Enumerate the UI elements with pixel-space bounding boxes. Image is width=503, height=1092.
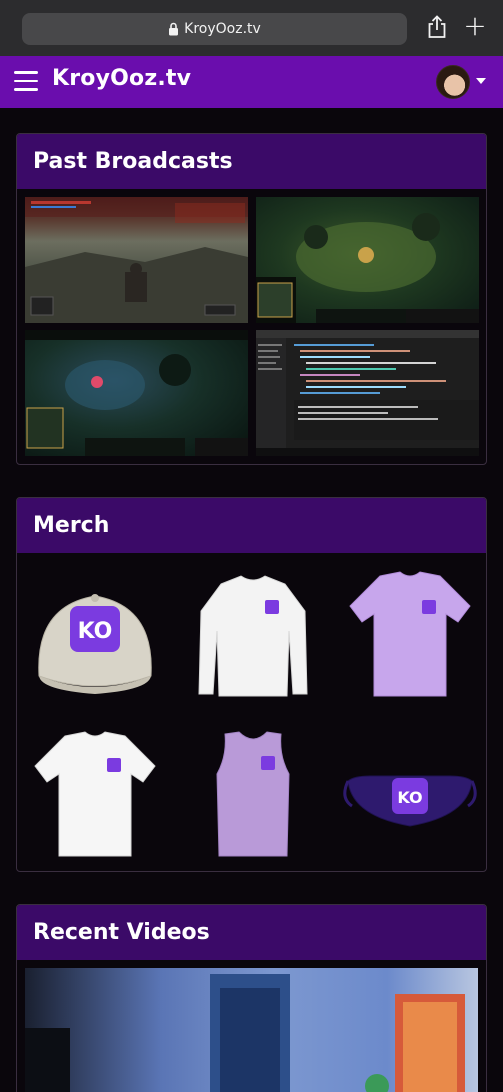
merch-item-cap[interactable]: KO [25, 566, 165, 706]
address-bar-url: KroyOoz.tv [184, 21, 261, 37]
kroyooz-logo [422, 600, 436, 614]
video-thumbnail[interactable] [25, 968, 478, 1092]
merch-item-face-mask[interactable]: KO [340, 726, 480, 866]
kroyooz-logo [265, 600, 279, 614]
broadcast-thumbnail[interactable] [256, 330, 479, 456]
site-header: KroyOoz.tv [0, 56, 503, 108]
merch-section: Merch KO KO [16, 497, 487, 872]
merch-item-long-sleeve[interactable] [183, 566, 323, 706]
broadcast-thumbnail[interactable] [25, 197, 248, 323]
chevron-down-icon[interactable] [476, 78, 486, 84]
broadcast-thumbnail[interactable] [25, 330, 248, 456]
merch-item-t-shirt-white[interactable] [25, 726, 165, 866]
browser-toolbar: KroyOoz.tv + [0, 0, 503, 56]
broadcast-thumbnail[interactable] [256, 197, 479, 323]
section-title: Past Broadcasts [17, 134, 486, 189]
recent-videos-section: Recent Videos [16, 904, 487, 1092]
past-broadcasts-section: Past Broadcasts [16, 133, 487, 465]
site-title[interactable]: KroyOoz.tv [52, 66, 191, 91]
new-tab-icon[interactable]: + [463, 11, 487, 41]
user-avatar[interactable] [436, 65, 470, 99]
hamburger-menu-icon[interactable] [14, 71, 38, 91]
merch-item-tank-top[interactable] [183, 726, 323, 866]
lock-icon [169, 22, 179, 36]
merch-item-t-shirt-purple[interactable] [340, 566, 480, 706]
kroyooz-logo [261, 756, 275, 770]
section-title: Recent Videos [17, 905, 486, 960]
share-icon[interactable] [426, 15, 448, 39]
svg-text:KO: KO [78, 619, 113, 644]
section-title: Merch [17, 498, 486, 553]
kroyooz-logo [107, 758, 121, 772]
svg-text:KO: KO [397, 788, 422, 807]
address-bar[interactable]: KroyOoz.tv [22, 13, 407, 45]
